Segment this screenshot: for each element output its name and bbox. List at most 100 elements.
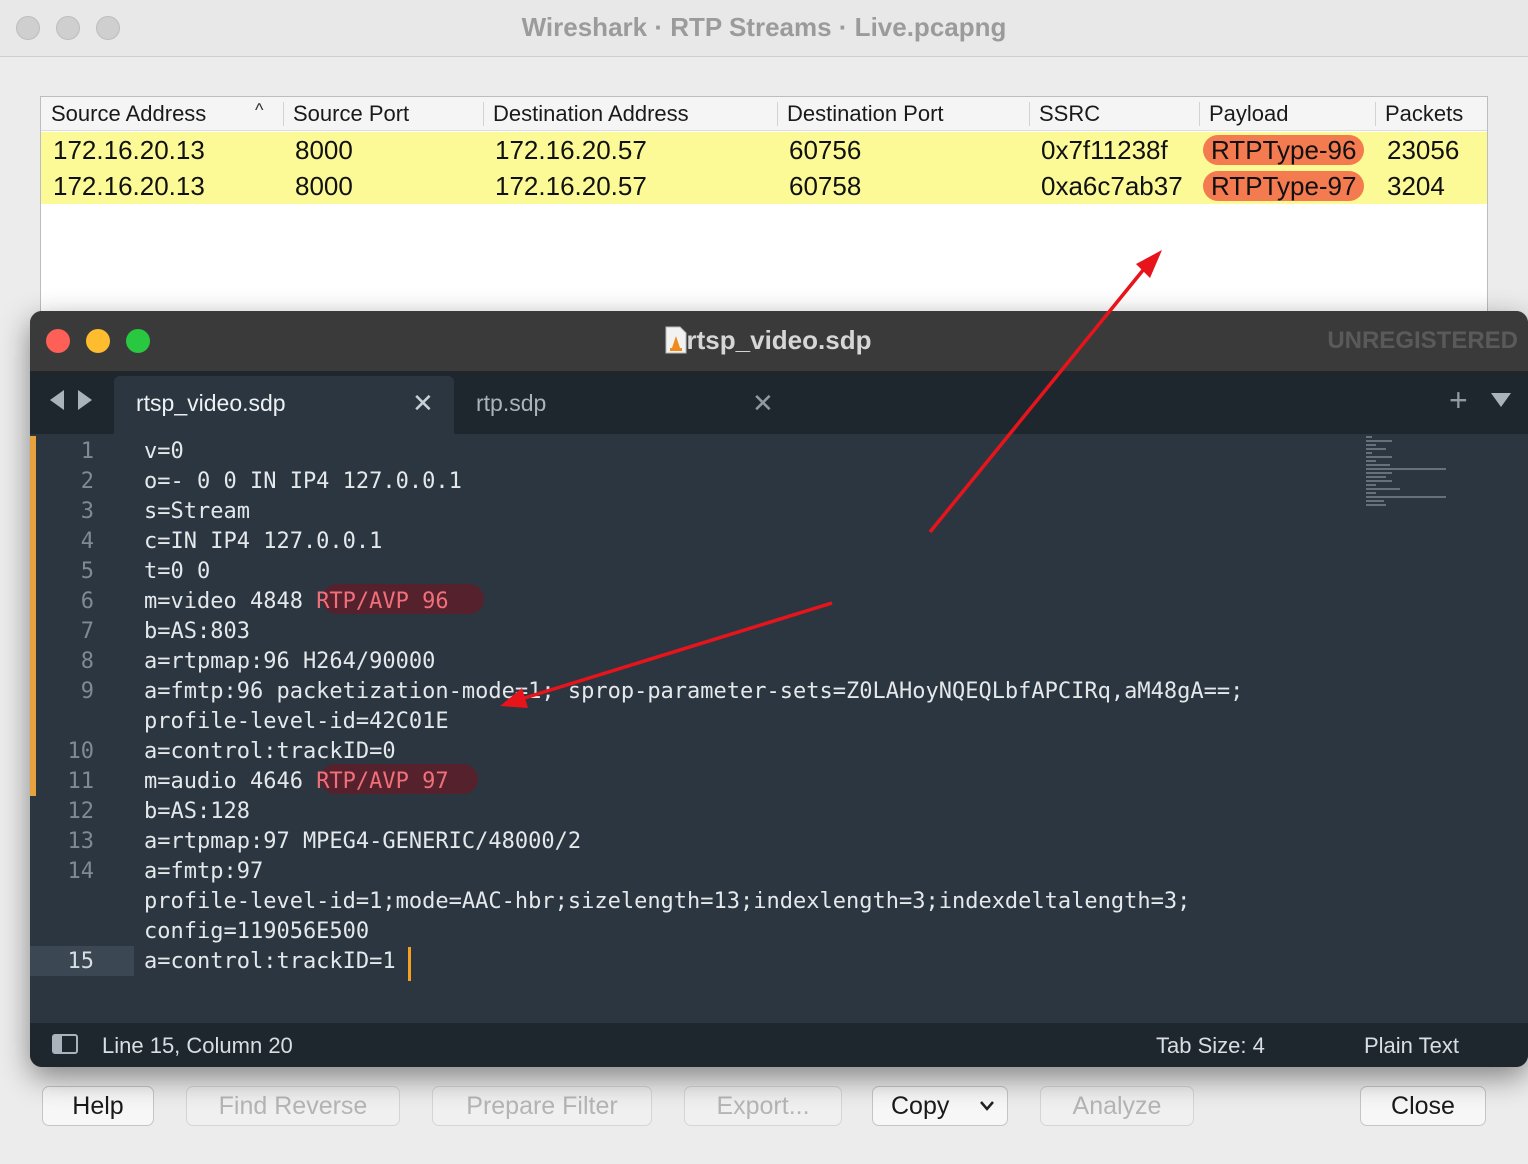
cell-source-address: 172.16.20.13 — [53, 171, 205, 201]
cell-ssrc: 0x7f11238f — [1041, 135, 1168, 165]
code-line-wrapped[interactable]: profile-level-id=1;mode=AAC-hbr;sizeleng… — [144, 889, 1190, 914]
tab-rtsp-video-sdp[interactable]: rtsp_video.sdp ✕ — [114, 376, 454, 434]
line-number: 4 — [80, 529, 94, 554]
syntax-selector[interactable]: Plain Text — [1364, 1033, 1459, 1059]
tab-bar: rtsp_video.sdp ✕ rtp.sdp ✕ + — [30, 372, 1528, 434]
column-divider[interactable] — [777, 102, 778, 126]
code-text: m=audio 4646 — [144, 769, 317, 794]
unregistered-label: UNREGISTERED — [1327, 327, 1518, 354]
code-line-wrapped[interactable]: profile-level-id=42C01E — [144, 709, 449, 734]
code-line[interactable]: a=rtpmap:96 H264/90000 — [144, 649, 435, 674]
status-bar: Line 15, Column 20 Tab Size: 4 Plain Tex… — [30, 1023, 1528, 1067]
line-number-current: 15 — [67, 949, 95, 974]
editor-title: rtsp_video.sdp — [686, 325, 872, 355]
line-number: 8 — [80, 649, 94, 674]
close-button[interactable]: Close — [1360, 1086, 1486, 1126]
code-line[interactable]: m=video 4848 RTP/AVP 96 — [144, 589, 449, 614]
tab-label: rtsp_video.sdp — [136, 390, 286, 416]
line-number: 13 — [67, 829, 95, 854]
code-line[interactable]: a=fmtp:96 packetization-mode=1; sprop-pa… — [144, 679, 1243, 704]
cursor-position: Line 15, Column 20 — [102, 1033, 293, 1058]
sidebar-toggle-icon[interactable] — [52, 1034, 78, 1054]
window-title: Wireshark · RTP Streams · Live.pcapng — [521, 12, 1007, 42]
code-line-wrapped[interactable]: config=119056E500 — [144, 919, 369, 944]
column-divider[interactable] — [1375, 102, 1376, 126]
rtp-avp-token: RTP/AVP 96 — [316, 589, 449, 614]
line-number: 6 — [80, 589, 94, 614]
line-number: 2 — [80, 469, 94, 494]
code-line[interactable]: t=0 0 — [144, 559, 210, 584]
line-number: 3 — [80, 499, 94, 524]
code-line[interactable]: a=rtpmap:97 MPEG4-GENERIC/48000/2 — [144, 829, 581, 854]
code-line[interactable]: a=fmtp:97 — [144, 859, 263, 884]
minimap[interactable] — [1366, 436, 1446, 516]
analyze-button[interactable]: Analyze — [1040, 1086, 1194, 1126]
cell-source-address: 172.16.20.13 — [53, 135, 205, 165]
cell-destination-port: 60756 — [789, 135, 862, 165]
column-divider[interactable] — [283, 102, 284, 126]
column-divider[interactable] — [1199, 102, 1200, 126]
code-line[interactable]: c=IN IP4 127.0.0.1 — [144, 529, 382, 554]
close-icon[interactable]: ✕ — [752, 388, 774, 419]
column-header-source-address[interactable]: Source Address — [51, 101, 206, 127]
column-header-payload[interactable]: Payload — [1209, 101, 1289, 127]
text-cursor — [408, 947, 411, 981]
table-row[interactable]: 172.16.20.13 8000 172.16.20.57 60758 0xa… — [41, 168, 1487, 204]
line-number: 9 — [80, 679, 94, 704]
line-number: 7 — [80, 619, 94, 644]
rtp-avp-token: RTP/AVP 97 — [316, 769, 449, 794]
sort-ascending-icon[interactable]: ^ — [255, 100, 263, 121]
copy-dropdown-button[interactable]: Copy — [872, 1086, 1008, 1126]
column-divider[interactable] — [483, 102, 484, 126]
code-line[interactable]: m=audio 4646 RTP/AVP 97 — [144, 769, 449, 794]
line-number: 12 — [67, 799, 95, 824]
plus-icon[interactable]: + — [1449, 382, 1468, 419]
table-header: Source Address ^ Source Port Destination… — [41, 97, 1487, 131]
cell-payload-highlighted: RTPType-96 — [1203, 135, 1365, 165]
export-button[interactable]: Export... — [684, 1086, 842, 1126]
cell-source-port: 8000 — [295, 171, 353, 201]
column-header-destination-address[interactable]: Destination Address — [493, 101, 689, 127]
code-line[interactable]: b=AS:803 — [144, 619, 250, 644]
chevron-down-icon — [980, 1101, 994, 1111]
cell-source-port: 8000 — [295, 135, 353, 165]
table-row[interactable]: 172.16.20.13 8000 172.16.20.57 60756 0x7… — [41, 132, 1487, 168]
column-header-ssrc[interactable]: SSRC — [1039, 101, 1100, 127]
column-divider[interactable] — [1029, 102, 1030, 126]
find-reverse-button[interactable]: Find Reverse — [186, 1086, 400, 1126]
line-number: 14 — [67, 859, 95, 884]
chevron-down-icon[interactable] — [1491, 393, 1511, 407]
line-number: 5 — [80, 559, 94, 584]
code-text: m=video 4848 — [144, 589, 317, 614]
code-line[interactable]: o=- 0 0 IN IP4 127.0.0.1 — [144, 469, 462, 494]
code-line[interactable]: s=Stream — [144, 499, 250, 524]
editor-titlebar: rtsp_video.sdp UNREGISTERED — [30, 311, 1528, 372]
chevron-left-icon[interactable] — [50, 390, 64, 410]
column-header-packets[interactable]: Packets — [1385, 101, 1463, 127]
wireshark-titlebar: Wireshark · RTP Streams · Live.pcapng — [0, 0, 1528, 57]
cell-packets: 3204 — [1387, 171, 1445, 201]
cell-payload-highlighted: RTPType-97 — [1203, 171, 1365, 201]
cell-destination-port: 60758 — [789, 171, 862, 201]
tab-size-selector[interactable]: Tab Size: 4 — [1156, 1033, 1265, 1059]
column-header-source-port[interactable]: Source Port — [293, 101, 409, 127]
close-icon[interactable]: ✕ — [412, 388, 434, 419]
editor-window: rtsp_video.sdp UNREGISTERED rtsp_video.s… — [30, 311, 1528, 1067]
tab-rtp-sdp[interactable]: rtp.sdp ✕ — [454, 376, 794, 434]
copy-label: Copy — [891, 1092, 950, 1120]
cell-destination-address: 172.16.20.57 — [495, 135, 647, 165]
help-button[interactable]: Help — [42, 1086, 154, 1126]
code-line[interactable]: v=0 — [144, 439, 184, 464]
chevron-right-icon[interactable] — [78, 390, 92, 410]
code-line-current[interactable]: a=control:trackID=1 — [144, 949, 396, 974]
code-line[interactable]: b=AS:128 — [144, 799, 250, 824]
column-header-destination-port[interactable]: Destination Port — [787, 101, 944, 127]
tab-label: rtp.sdp — [476, 390, 547, 416]
rtp-streams-table[interactable]: Source Address ^ Source Port Destination… — [40, 96, 1488, 338]
prepare-filter-button[interactable]: Prepare Filter — [432, 1086, 652, 1126]
cell-packets: 23056 — [1387, 135, 1460, 165]
cell-ssrc: 0xa6c7ab37 — [1041, 171, 1183, 201]
line-number: 11 — [67, 769, 95, 794]
cell-destination-address: 172.16.20.57 — [495, 171, 647, 201]
code-line[interactable]: a=control:trackID=0 — [144, 739, 396, 764]
